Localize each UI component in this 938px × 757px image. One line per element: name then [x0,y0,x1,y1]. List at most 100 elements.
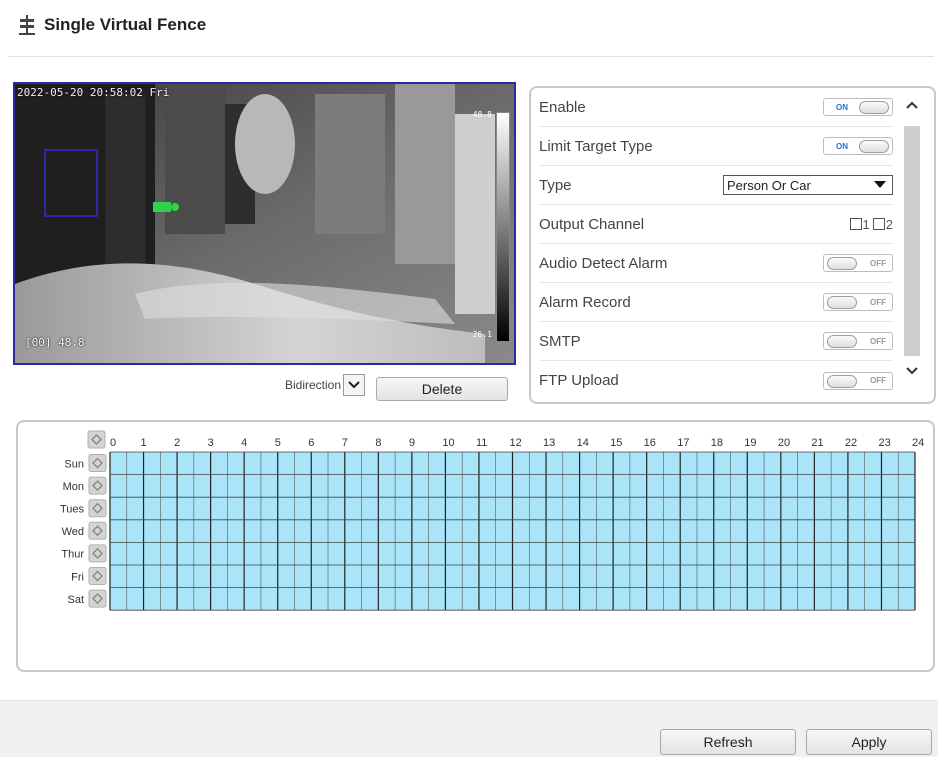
row-select-icon[interactable] [88,521,107,540]
audio-alarm-toggle[interactable]: OFF [823,254,893,272]
hour-label: 16 [644,437,656,449]
channel-1-label: 1 [862,216,870,232]
hour-label: 1 [141,437,147,449]
setting-label: Output Channel [539,215,645,233]
row-select-icon[interactable] [88,499,107,518]
setting-output-channel: Output Channel 1 2 [539,205,893,244]
toggle-knob [827,257,857,270]
scale-min-label: 26.1 [472,330,492,339]
scale-max-label: 48.8 [472,110,492,119]
select-all-icon[interactable] [87,430,106,449]
temperature-scale [496,112,510,342]
row-select-icon[interactable] [88,567,107,585]
hour-label: 6 [308,437,314,449]
video-preview[interactable]: 2022-05-20 20:58:02 Fri [00] 48.8 48.8 2… [13,82,516,365]
setting-limit-target-type: Limit Target Type ON [539,127,893,166]
hour-label: 12 [510,437,522,449]
setting-type: Type Person Or Car [539,166,893,205]
temperature-readout: [00] 48.8 [25,336,85,349]
hour-label: 2 [174,437,180,449]
day-label: Mon [63,481,84,493]
refresh-button[interactable]: Refresh [660,729,796,755]
channel-2-checkbox[interactable] [872,218,885,230]
page-title: Single Virtual Fence [44,15,207,34]
hour-label: 21 [811,437,823,449]
toggle-state: OFF [870,376,886,385]
day-label: Fri [71,571,84,583]
ftp-upload-toggle[interactable]: OFF [823,371,893,390]
type-select[interactable]: Person Or Car [723,175,893,195]
hour-label: 15 [610,437,622,449]
day-label: Sat [67,594,84,606]
hour-label: 18 [711,437,723,449]
setting-enable: Enable ON [539,88,893,127]
setting-label: FTP Upload [539,372,619,389]
row-select-icon[interactable] [88,454,107,472]
smtp-toggle[interactable]: OFF [823,332,893,350]
footer-bar [0,701,938,757]
setting-label: Enable [539,98,586,116]
setting-label: SMTP [539,332,581,350]
apply-button[interactable]: Apply [806,729,932,755]
hour-label: 14 [577,437,589,449]
channel-1-checkbox[interactable] [849,218,862,230]
alarm-record-toggle[interactable]: OFF [823,293,893,311]
row-select-icon[interactable] [88,476,107,495]
setting-label: Alarm Record [539,293,631,311]
toggle-knob [827,374,857,388]
fence-icon [19,15,35,35]
chevron-up-icon[interactable] [904,96,920,114]
hour-label: 11 [476,437,487,449]
hour-label: 5 [275,437,281,449]
hour-label: 13 [543,437,555,449]
row-select-icon[interactable] [88,589,107,608]
chevron-down-icon[interactable] [904,362,920,380]
hour-label: 23 [878,437,890,449]
toggle-knob [859,140,889,153]
enable-toggle[interactable]: ON [823,98,893,116]
hour-label: 0 [110,437,116,449]
toggle-state: ON [836,141,848,151]
direction-value: Bidirectional [285,378,341,392]
toggle-state: OFF [870,258,886,268]
output-channel-checkboxes: 1 2 [847,217,893,232]
toggle-state: ON [836,102,848,112]
day-label: Sun [64,458,84,470]
chevron-down-icon[interactable] [343,374,365,396]
hour-label: 19 [744,437,756,449]
scrollbar-thumb[interactable] [904,126,920,356]
schedule-grid[interactable]: 0 1 2 3 4 5 6 7 8 9 10 11 12 13 14 15 16 17 18 19 20 21 22 23 24… [18,422,933,670]
type-select-value: Person Or Car [727,177,811,193]
toggle-knob [859,101,889,114]
settings-list: Enable ON Limit Target Type ON Type Pers… [539,88,893,400]
setting-ftp-upload: FTP Upload OFF [539,361,893,400]
hour-label: 3 [208,437,214,449]
toggle-state: OFF [870,297,886,307]
hour-label: 10 [442,437,454,449]
hour-label: 20 [778,437,790,449]
limit-target-toggle[interactable]: ON [823,137,893,155]
hour-label: 9 [409,437,415,449]
header-divider [8,56,934,57]
channel-2-label: 2 [885,216,893,232]
page-header: Single Virtual Fence [18,10,206,40]
setting-smtp: SMTP OFF [539,322,893,361]
row-select-icon[interactable] [88,544,107,563]
toggle-knob [827,296,857,309]
setting-alarm-record: Alarm Record OFF [539,283,893,322]
video-timestamp: 2022-05-20 20:58:02 Fri [17,86,170,99]
hour-label: 7 [342,437,348,449]
day-label: Tues [60,504,85,516]
caret-down-icon [874,181,886,188]
direction-select[interactable]: Bidirectional [285,374,365,396]
settings-scrollbar[interactable] [904,96,920,386]
delete-button[interactable]: Delete [376,377,508,401]
setting-label: Audio Detect Alarm [539,254,668,272]
hour-label: 17 [677,437,689,449]
settings-panel: Enable ON Limit Target Type ON Type Pers… [529,86,936,404]
setting-label: Limit Target Type [539,137,653,155]
schedule-panel: 0 1 2 3 4 5 6 7 8 9 10 11 12 13 14 15 16 17 18 19 20 21 22 23 24… [16,420,935,672]
hour-label: 22 [845,437,857,449]
day-label: Thur [61,549,84,561]
hour-label: 24 [912,437,924,449]
